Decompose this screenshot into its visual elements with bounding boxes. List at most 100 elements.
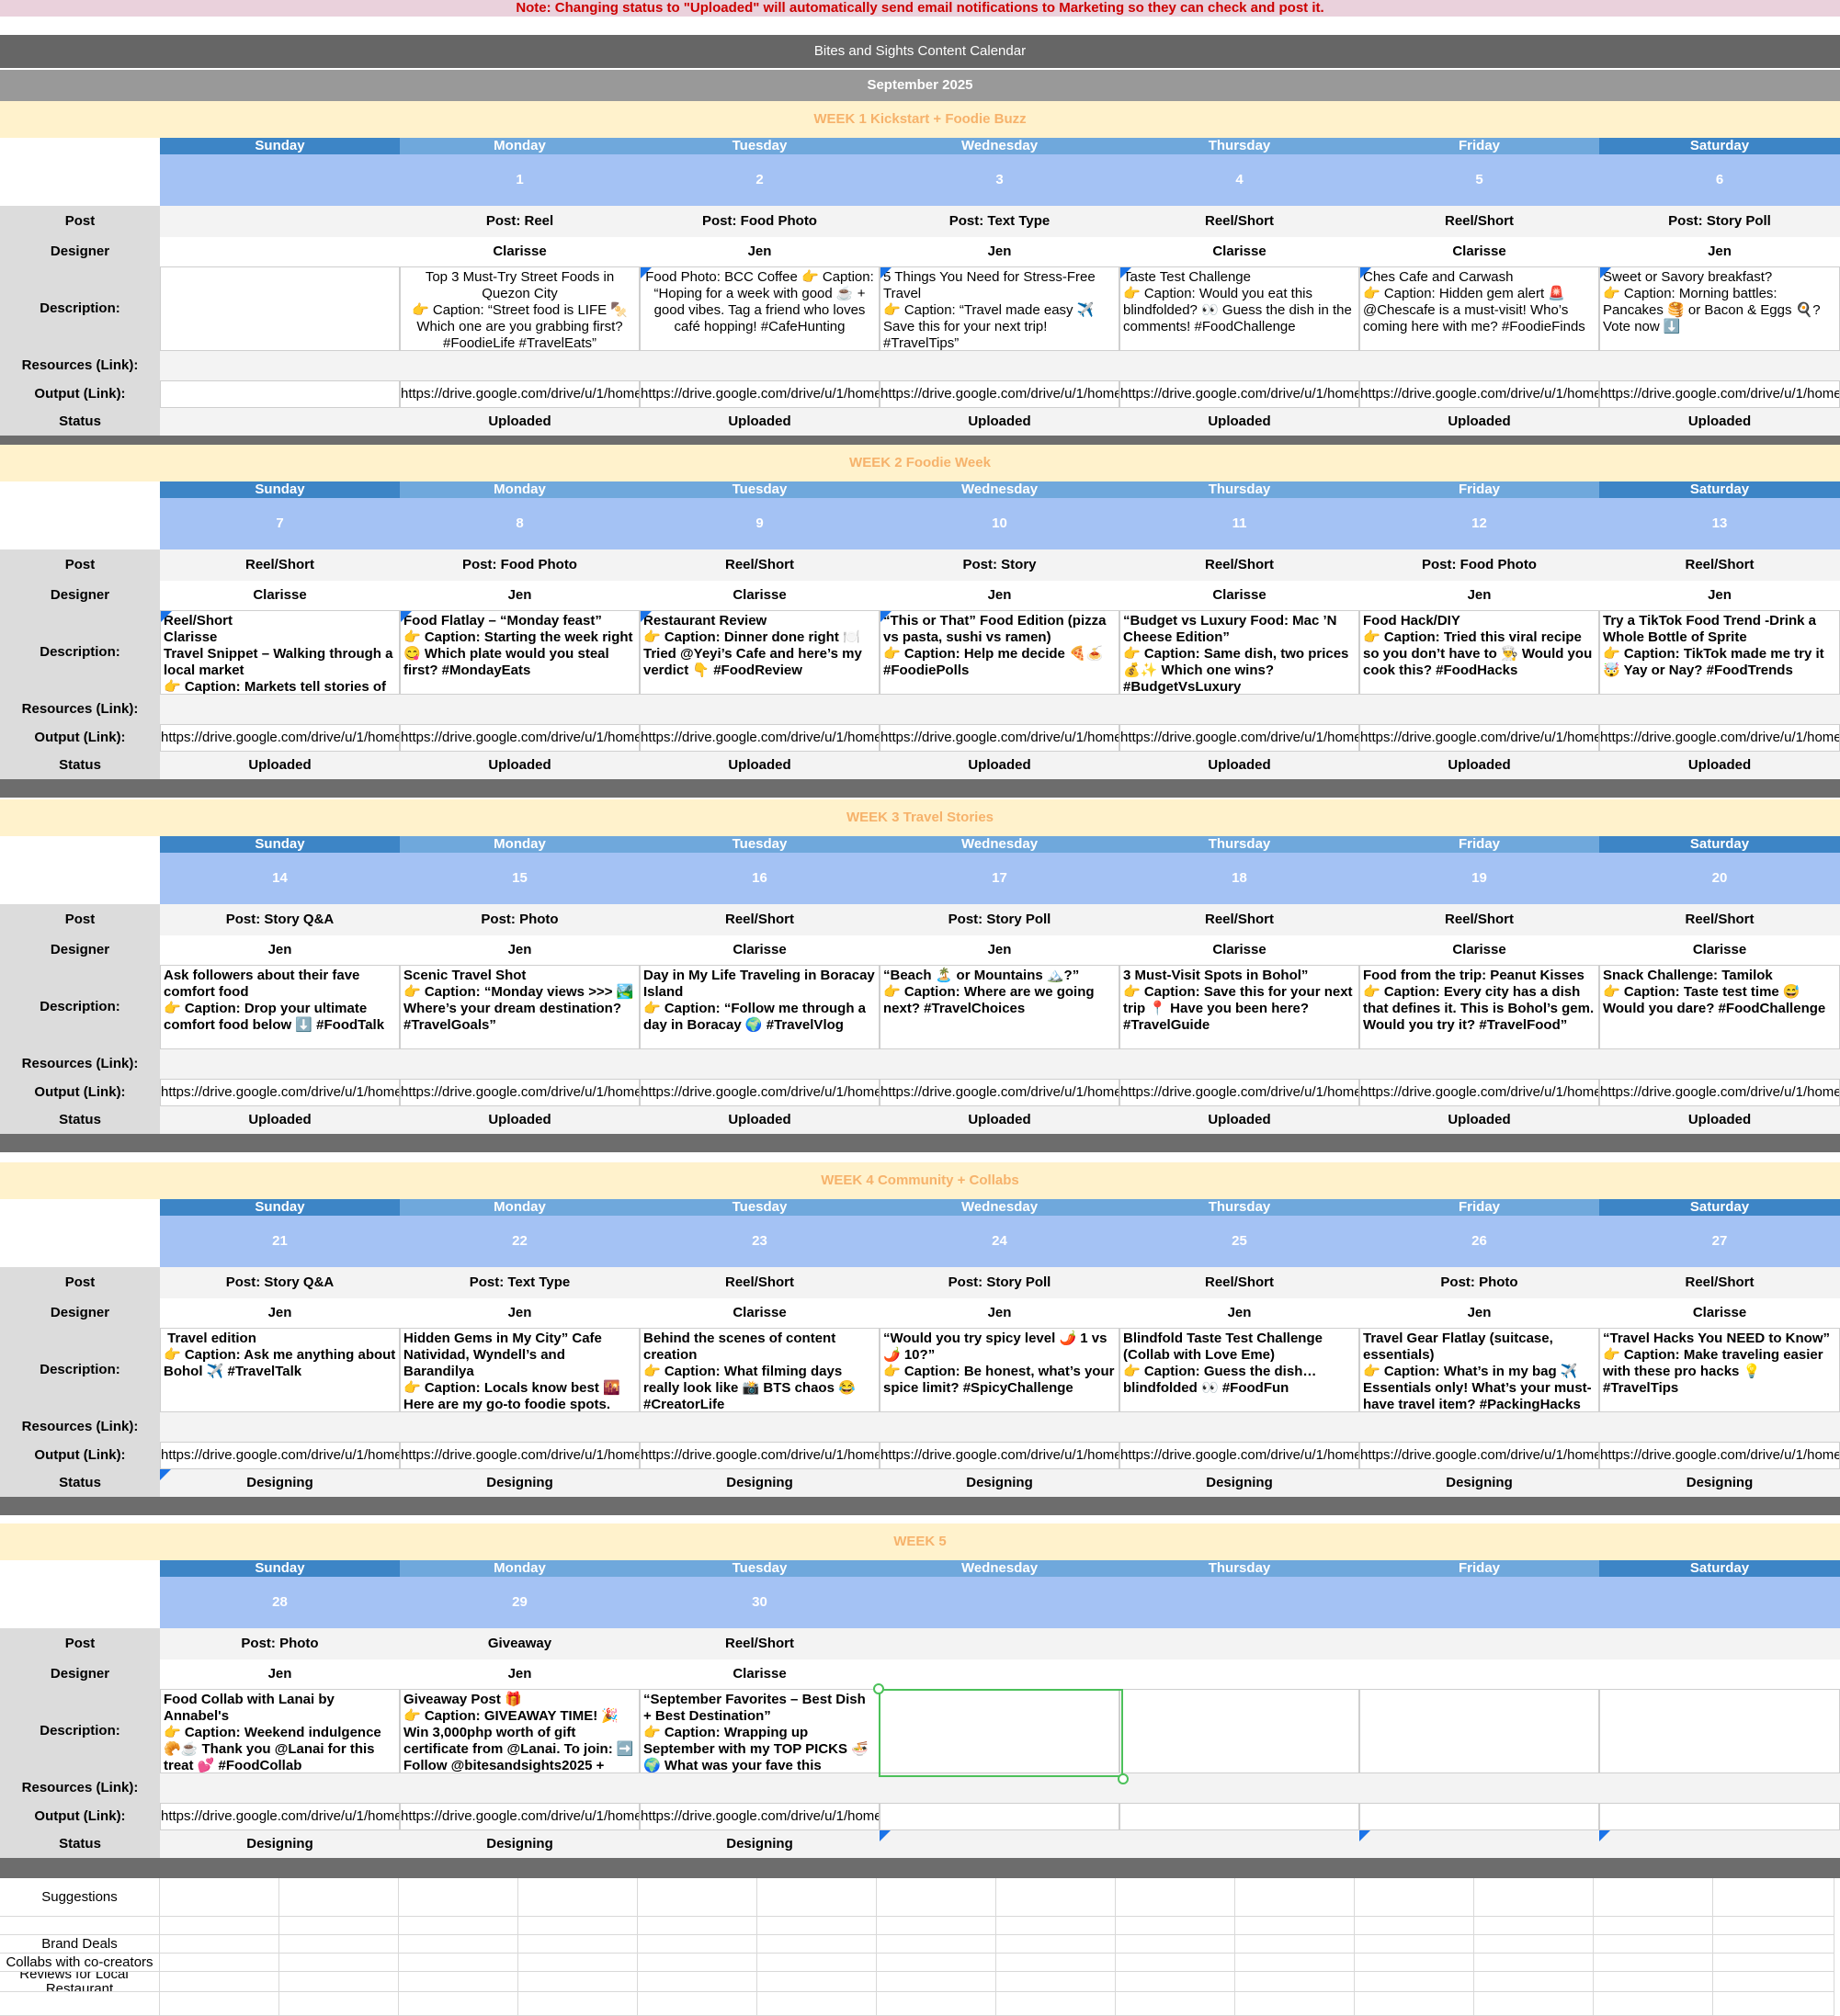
output-link-cell[interactable] (1119, 1803, 1359, 1830)
suggestion-cell[interactable] (996, 1972, 1116, 1992)
comment-indicator-icon[interactable] (1599, 1830, 1610, 1841)
designer-cell[interactable] (1599, 1659, 1840, 1689)
day-number[interactable]: 8 (400, 498, 640, 549)
suggestion-cell[interactable] (518, 1878, 638, 1917)
status-cell[interactable]: Uploaded (640, 752, 880, 779)
comment-indicator-icon[interactable] (1120, 267, 1131, 278)
description-cell[interactable]: Giveaway Post 🎁 👉 Caption: GIVEAWAY TIME… (400, 1689, 640, 1773)
resources-link-cell[interactable] (1599, 1412, 1840, 1442)
day-number[interactable]: 23 (640, 1216, 880, 1267)
description-cell[interactable]: Hidden Gems in My City” Cafe Natividad, … (400, 1328, 640, 1412)
designer-cell[interactable]: Jen (880, 1298, 1119, 1328)
designer-cell[interactable]: Jen (400, 1659, 640, 1689)
day-number[interactable]: 1 (400, 154, 640, 206)
suggestion-cell[interactable] (399, 1935, 518, 1954)
day-number[interactable]: 30 (640, 1577, 880, 1628)
status-cell[interactable] (880, 1830, 1119, 1858)
suggestion-cell[interactable] (1355, 1935, 1474, 1954)
suggestion-cell[interactable] (638, 1954, 757, 1972)
status-cell[interactable]: Designing (640, 1830, 880, 1858)
post-type-cell[interactable]: Reel/Short (640, 1267, 880, 1298)
suggestion-cell[interactable] (399, 1972, 518, 1992)
post-type-cell[interactable]: Post: Story Q&A (160, 1267, 400, 1298)
suggestion-cell[interactable] (279, 1972, 399, 1992)
description-cell[interactable]: 5 Things You Need for Stress-Free Travel… (880, 266, 1119, 351)
output-link-cell[interactable]: https://drive.google.com/drive/u/1/home (640, 1079, 880, 1106)
description-cell[interactable]: Food from the trip: Peanut Kisses 👉 Capt… (1359, 965, 1599, 1049)
suggestion-cell[interactable] (1116, 1878, 1235, 1917)
output-link-cell[interactable]: https://drive.google.com/drive/u/1/home (1359, 724, 1599, 752)
day-number[interactable]: 19 (1359, 853, 1599, 904)
description-cell[interactable] (880, 1689, 1119, 1773)
status-cell[interactable]: Uploaded (400, 1106, 640, 1134)
description-cell[interactable] (1359, 1689, 1599, 1773)
suggestion-cell[interactable] (1116, 1935, 1235, 1954)
suggestion-cell[interactable] (160, 1954, 279, 1972)
selection-handle[interactable] (873, 1683, 884, 1694)
output-link-cell[interactable]: https://drive.google.com/drive/u/1/home (1359, 380, 1599, 408)
designer-cell[interactable]: Jen (160, 935, 400, 965)
post-type-cell[interactable]: Post: Photo (160, 1628, 400, 1659)
designer-cell[interactable]: Jen (160, 1298, 400, 1328)
suggestion-cell[interactable] (996, 1935, 1116, 1954)
designer-cell[interactable]: Jen (400, 581, 640, 610)
day-number[interactable]: 5 (1359, 154, 1599, 206)
suggestion-cell[interactable] (877, 1935, 996, 1954)
resources-link-cell[interactable] (400, 1773, 640, 1803)
day-number[interactable]: 21 (160, 1216, 400, 1267)
post-type-cell[interactable]: Post: Text Type (880, 206, 1119, 237)
resources-link-cell[interactable] (1119, 351, 1359, 380)
post-type-cell[interactable] (1599, 1628, 1840, 1659)
resources-link-cell[interactable] (880, 1773, 1119, 1803)
post-type-cell[interactable]: Reel/Short (640, 1628, 880, 1659)
description-cell[interactable]: Scenic Travel Shot 👉 Caption: “Monday vi… (400, 965, 640, 1049)
post-type-cell[interactable]: Reel/Short (1359, 904, 1599, 935)
suggestion-cell[interactable] (877, 1972, 996, 1992)
output-link-cell[interactable]: https://drive.google.com/drive/u/1/home (1599, 1079, 1840, 1106)
post-type-cell[interactable]: Post: Food Photo (640, 206, 880, 237)
status-cell[interactable]: Uploaded (1599, 752, 1840, 779)
comment-indicator-icon[interactable] (880, 611, 892, 622)
suggestion-cell[interactable] (518, 1935, 638, 1954)
description-cell[interactable] (1599, 1689, 1840, 1773)
resources-link-cell[interactable] (880, 351, 1119, 380)
status-cell[interactable]: Uploaded (1119, 752, 1359, 779)
designer-cell[interactable]: Jen (1599, 581, 1840, 610)
designer-cell[interactable]: Clarisse (640, 581, 880, 610)
status-cell[interactable]: Uploaded (640, 1106, 880, 1134)
suggestion-cell[interactable] (1594, 1935, 1713, 1954)
resources-link-cell[interactable] (400, 695, 640, 724)
selection-handle[interactable] (1118, 1773, 1129, 1784)
suggestion-cell[interactable] (1594, 1972, 1713, 1992)
resources-link-cell[interactable] (1599, 351, 1840, 380)
resources-link-cell[interactable] (640, 351, 880, 380)
post-type-cell[interactable]: Reel/Short (160, 549, 400, 581)
day-number[interactable] (880, 1577, 1119, 1628)
designer-cell[interactable]: Clarisse (1359, 935, 1599, 965)
output-link-cell[interactable]: https://drive.google.com/drive/u/1/home (400, 1442, 640, 1469)
output-link-cell[interactable]: https://drive.google.com/drive/u/1/home (160, 1442, 400, 1469)
resources-link-cell[interactable] (1119, 1412, 1359, 1442)
resources-link-cell[interactable] (160, 1049, 400, 1079)
resources-link-cell[interactable] (1359, 695, 1599, 724)
output-link-cell[interactable]: https://drive.google.com/drive/u/1/home (880, 724, 1119, 752)
post-type-cell[interactable]: Reel/Short (1599, 1267, 1840, 1298)
designer-cell[interactable]: Clarisse (160, 581, 400, 610)
designer-cell[interactable] (160, 237, 400, 266)
description-cell[interactable]: Food Photo: BCC Coffee 👉 Caption: “Hopin… (640, 266, 880, 351)
designer-cell[interactable] (1119, 1659, 1359, 1689)
output-link-cell[interactable] (1599, 1803, 1840, 1830)
day-number[interactable] (1359, 1577, 1599, 1628)
suggestion-cell[interactable] (279, 1954, 399, 1972)
post-type-cell[interactable]: Giveaway (400, 1628, 640, 1659)
description-cell[interactable]: Restaurant Review 👉 Caption: Dinner done… (640, 610, 880, 695)
suggestion-cell[interactable] (518, 1954, 638, 1972)
post-type-cell[interactable]: Reel/Short (640, 549, 880, 581)
suggestion-cell[interactable] (1235, 1972, 1355, 1992)
designer-cell[interactable]: Jen (640, 237, 880, 266)
suggestion-cell[interactable] (1355, 1954, 1474, 1972)
status-cell[interactable]: Designing (400, 1469, 640, 1497)
day-number[interactable]: 4 (1119, 154, 1359, 206)
suggestion-cell[interactable] (757, 1935, 877, 1954)
designer-cell[interactable]: Jen (1359, 1298, 1599, 1328)
